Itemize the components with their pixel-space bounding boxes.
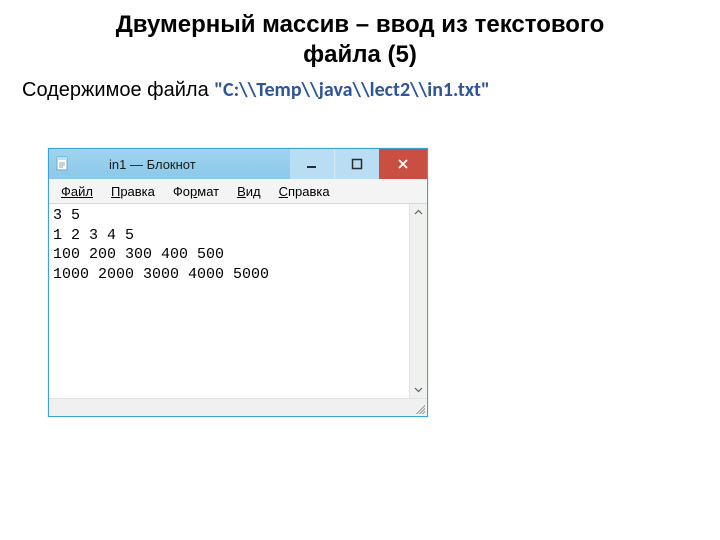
resize-grip[interactable] — [410, 399, 427, 416]
maximize-button[interactable] — [334, 149, 379, 179]
title-line-2: файла (5) — [303, 41, 417, 68]
menu-view-rest: ид — [246, 184, 261, 199]
menu-edit-ul: П — [111, 184, 120, 199]
scroll-down-button[interactable] — [410, 381, 427, 398]
notepad-app-icon — [55, 156, 71, 172]
vertical-scrollbar[interactable] — [409, 204, 427, 398]
menu-format-rest: мат — [197, 184, 219, 199]
menu-file[interactable]: Файл — [53, 182, 101, 201]
menu-format[interactable]: Формат — [165, 182, 227, 201]
slide-subtitle: Содержимое файла "C:\\Temp\\java\\lect2\… — [0, 70, 720, 102]
menu-help-ul: С — [279, 184, 288, 199]
minimize-button[interactable] — [290, 149, 334, 179]
maximize-icon — [351, 158, 363, 170]
menu-edit-rest: равка — [120, 184, 155, 199]
chevron-down-icon — [414, 385, 423, 394]
text-area[interactable]: 3 5 1 2 3 4 5 100 200 300 400 500 1000 2… — [49, 204, 409, 398]
minimize-icon — [306, 158, 318, 170]
menu-file-label: Файл — [61, 184, 93, 199]
menu-format-pre: Фо — [173, 184, 190, 199]
window-titlebar[interactable]: in1 — Блокнот — [49, 149, 427, 179]
title-line-1: Двумерный массив – ввод из текстового — [116, 11, 605, 38]
scroll-up-button[interactable] — [410, 204, 427, 221]
window-title: in1 — Блокнот — [71, 149, 290, 179]
menu-help-rest: правка — [288, 184, 330, 199]
slide-title: Двумерный массив – ввод из текстового фа… — [0, 10, 720, 70]
menu-view[interactable]: Вид — [229, 182, 269, 201]
menu-help[interactable]: Справка — [271, 182, 338, 201]
subtitle-prefix: Содержимое файла — [22, 79, 214, 101]
chevron-up-icon — [414, 208, 423, 217]
statusbar-strip — [49, 398, 427, 416]
titlebar-left — [49, 149, 71, 179]
menu-view-ul: В — [237, 184, 246, 199]
menu-edit[interactable]: Правка — [103, 182, 163, 201]
close-icon — [397, 158, 409, 170]
notepad-window: in1 — Блокнот Файл — [48, 148, 428, 417]
menu-bar: Файл Правка Формат Вид Справка — [49, 179, 427, 204]
client-area: 3 5 1 2 3 4 5 100 200 300 400 500 1000 2… — [49, 204, 427, 398]
file-path: "C:\\Temp\\java\\lect2\\in1.txt" — [214, 78, 490, 102]
window-controls — [290, 149, 427, 179]
close-button[interactable] — [379, 149, 427, 179]
